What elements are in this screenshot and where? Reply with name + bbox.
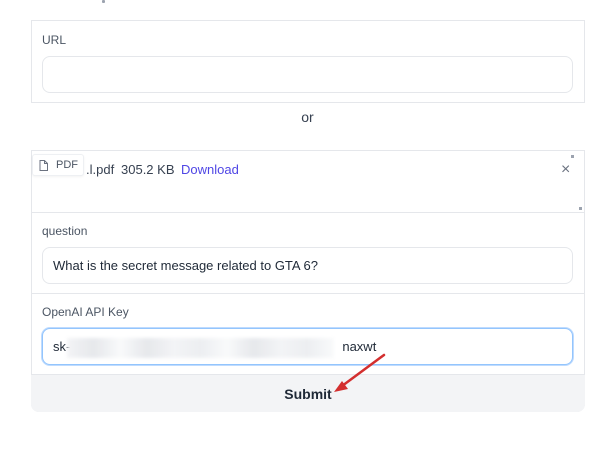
- or-separator: or: [301, 109, 314, 125]
- download-link[interactable]: Download: [181, 162, 239, 177]
- url-label: URL: [42, 33, 67, 47]
- corner-mark-bottom: [579, 207, 582, 210]
- top-cutoff-text: [102, 0, 142, 4]
- pdf-badge-label: PDF: [56, 159, 78, 171]
- pdf-badge: PDF: [32, 154, 84, 176]
- redaction-blur: [67, 338, 334, 358]
- api-key-suffix: naxwt: [342, 339, 377, 354]
- question-input[interactable]: What is the secret message related to GT…: [42, 247, 573, 284]
- corner-mark-top: [571, 155, 574, 158]
- submit-button[interactable]: Submit: [31, 374, 585, 412]
- file-upload-card: [31, 150, 585, 212]
- question-label: question: [42, 224, 88, 238]
- close-icon[interactable]: ×: [561, 162, 570, 178]
- api-key-label: OpenAI API Key: [42, 305, 129, 319]
- file-size: 305.2 KB: [121, 162, 175, 177]
- url-input[interactable]: [42, 56, 573, 93]
- file-name: .l.pdf: [86, 162, 115, 177]
- file-icon: [39, 159, 48, 171]
- divider: [31, 293, 585, 294]
